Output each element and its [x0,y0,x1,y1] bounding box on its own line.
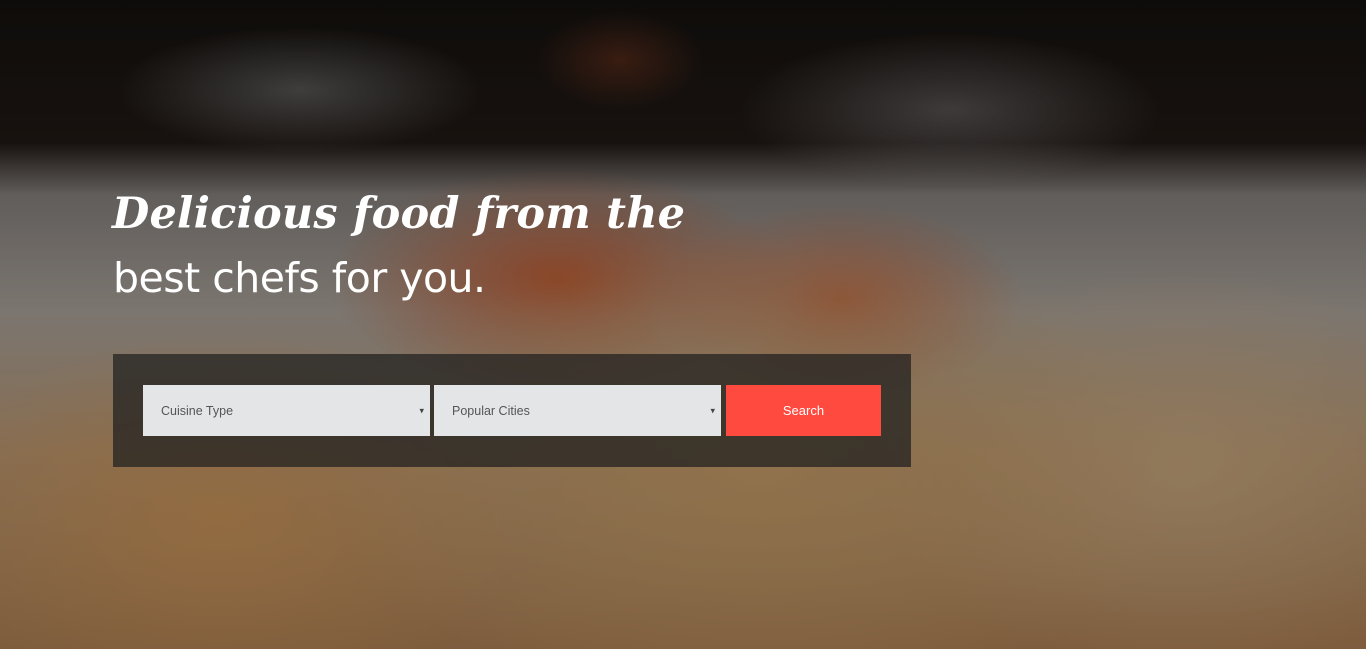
popular-cities-select-value: Popular Cities [452,403,530,418]
hero-background-overlay [0,0,1366,649]
popular-cities-select[interactable]: Popular Cities ▾ [434,385,721,436]
cuisine-type-select-value: Cuisine Type [161,403,234,418]
search-panel: Cuisine Type ▾ Popular Cities ▾ Search [113,354,911,467]
hero-section: Delicious food from the best chefs for y… [0,0,1366,649]
cuisine-type-select[interactable]: Cuisine Type ▾ [143,385,430,436]
hero-subline: best chefs for you. [113,254,486,302]
hero-headline: Delicious food from the [112,189,686,239]
search-button[interactable]: Search [726,385,881,436]
chevron-down-icon: ▾ [419,405,424,415]
chevron-down-icon: ▾ [710,405,715,415]
